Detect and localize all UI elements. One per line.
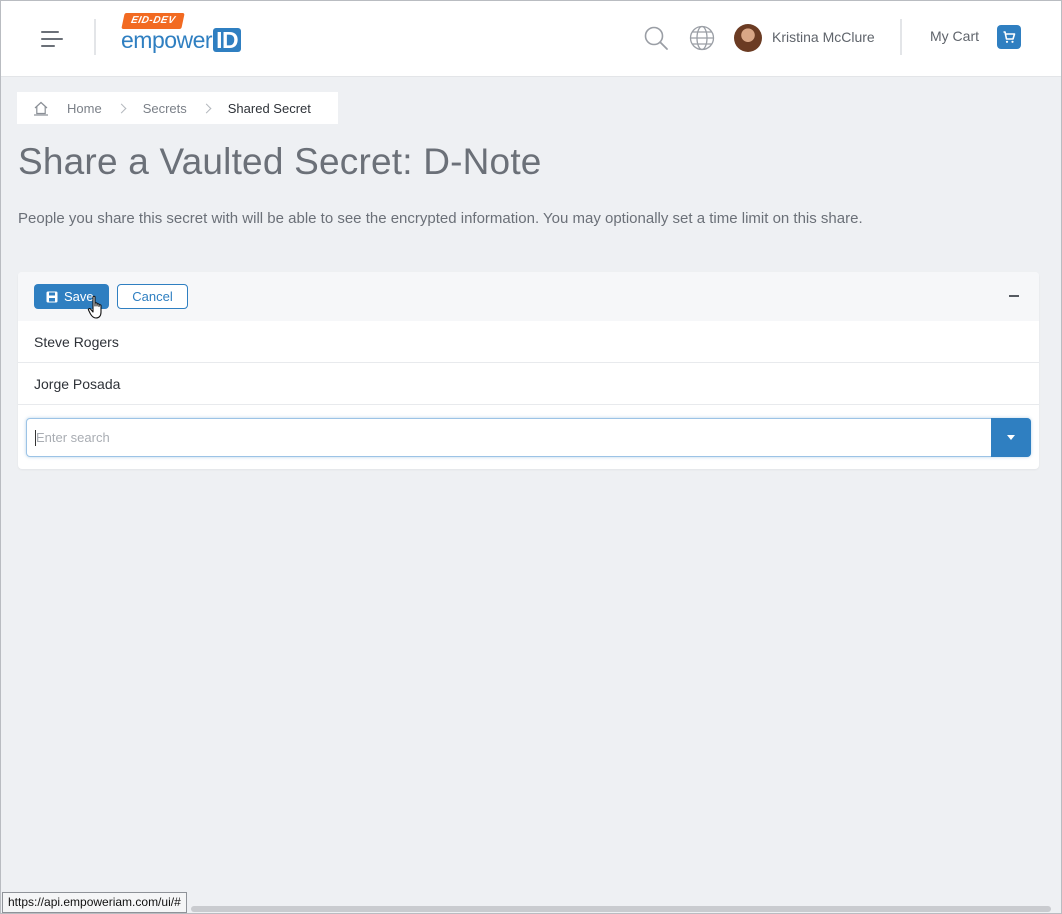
breadcrumb-current: Shared Secret <box>227 100 311 116</box>
cart-icon[interactable] <box>997 25 1021 49</box>
user-name[interactable]: Kristina McClure <box>772 29 875 45</box>
list-item: Jorge Posada <box>18 363 1039 405</box>
breadcrumb-secrets[interactable]: Secrets <box>143 101 187 116</box>
header-divider <box>94 19 96 55</box>
person-search <box>26 418 1031 457</box>
logo-text: empower ID <box>121 27 242 53</box>
hand-pointer-icon <box>87 295 107 321</box>
search-input[interactable] <box>27 419 991 456</box>
collapse-icon[interactable] <box>1009 295 1019 297</box>
chevron-right-icon <box>201 103 212 113</box>
status-url: https://api.empoweriam.com/ui/# <box>2 892 187 913</box>
globe-icon[interactable] <box>689 25 715 51</box>
breadcrumb-home[interactable]: Home <box>67 101 102 116</box>
dropdown-button[interactable] <box>991 418 1031 457</box>
breadcrumb: Home Secrets Shared Secret <box>17 92 338 124</box>
app-header: EID-DEV empower ID Kristina McClure My Ca… <box>1 1 1061 77</box>
share-card: Save Cancel Steve Rogers Jorge Posada <box>18 272 1039 469</box>
avatar[interactable] <box>734 24 762 52</box>
save-icon <box>46 291 58 303</box>
chevron-right-icon <box>116 103 127 113</box>
search-icon[interactable] <box>643 25 669 51</box>
empowerid-logo[interactable]: EID-DEV empower ID <box>121 13 261 57</box>
text-caret <box>35 430 36 446</box>
menu-icon[interactable] <box>41 29 65 49</box>
my-cart-link[interactable]: My Cart <box>930 28 979 44</box>
card-toolbar: Save Cancel <box>18 272 1039 321</box>
home-icon[interactable] <box>33 100 49 116</box>
logo-text-main: empower <box>121 27 213 53</box>
horizontal-scrollbar[interactable] <box>191 906 1051 912</box>
logo-text-id: ID <box>213 28 242 52</box>
page-title: Share a Vaulted Secret: D-Note <box>18 141 542 182</box>
page-description: People you share this secret with will b… <box>18 210 863 227</box>
cancel-button[interactable]: Cancel <box>117 284 188 309</box>
vertical-scrollbar[interactable] <box>1056 79 1061 909</box>
header-divider <box>900 19 902 55</box>
list-item: Steve Rogers <box>18 321 1039 363</box>
